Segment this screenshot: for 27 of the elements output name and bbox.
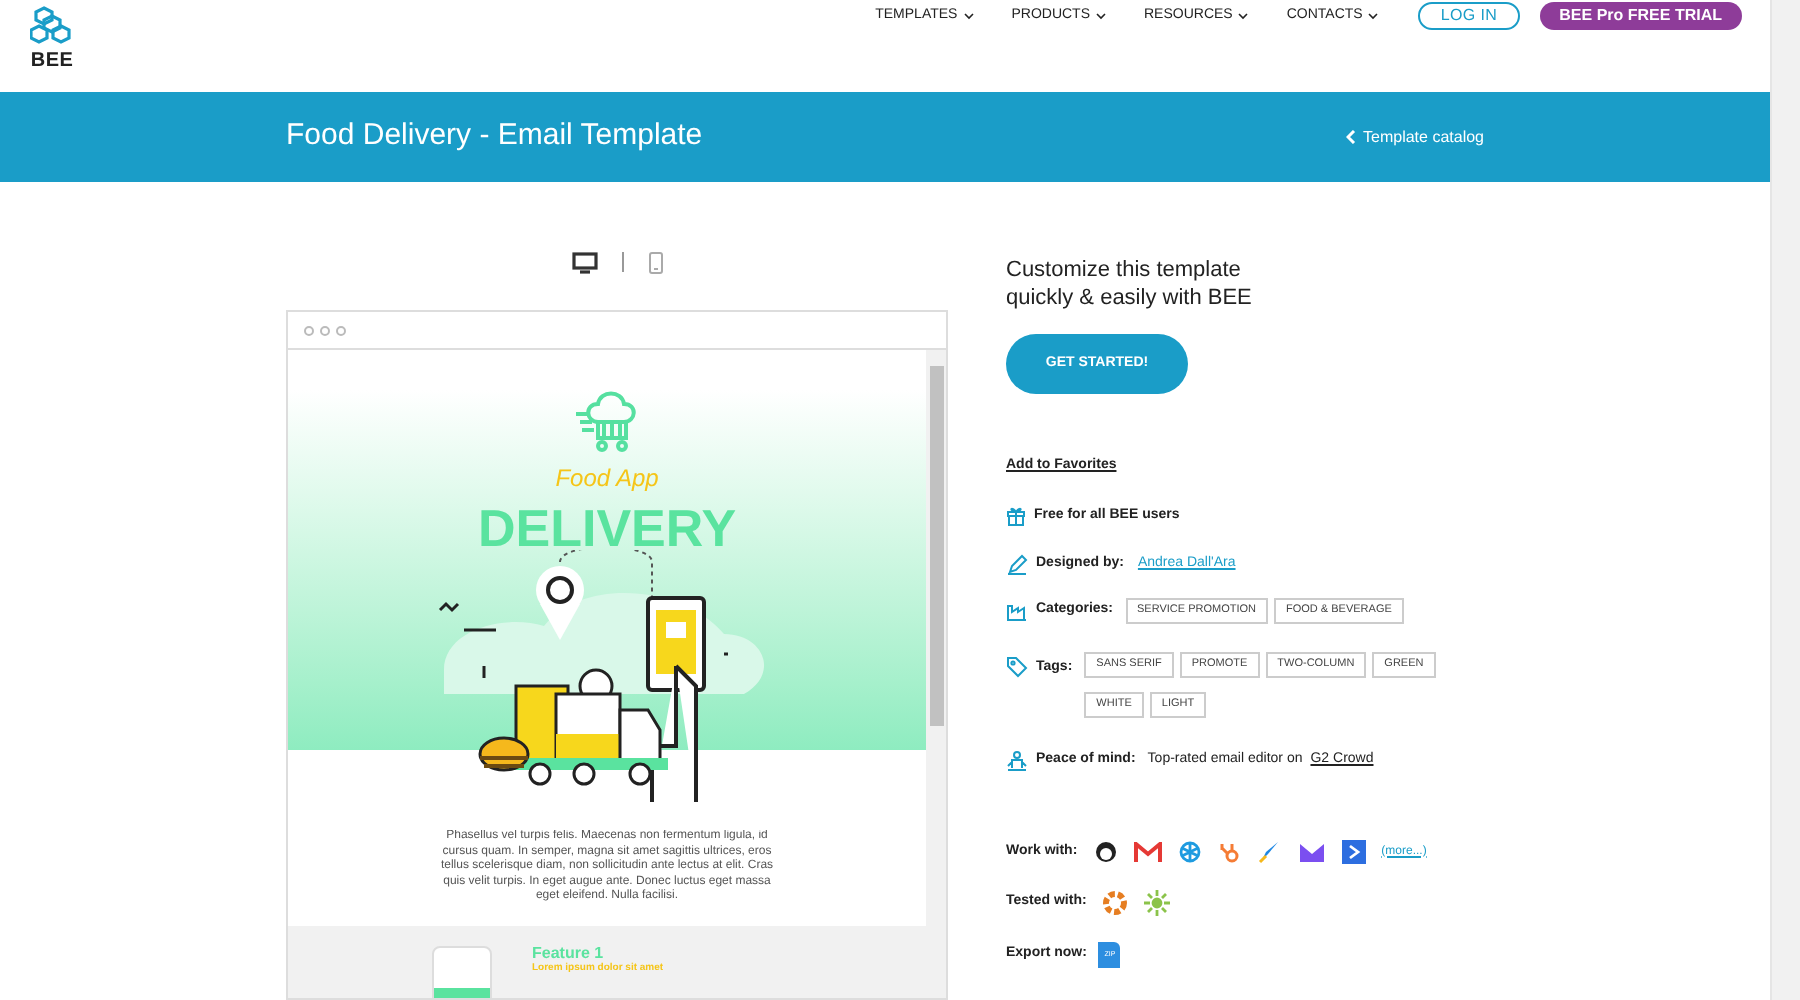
color-wheel-icon[interactable] (1102, 890, 1129, 916)
meditation-icon (1006, 750, 1028, 772)
factory-icon (1006, 600, 1028, 622)
caret-icon (963, 12, 974, 20)
sunburst-icon[interactable] (1144, 890, 1171, 916)
logo-text[interactable]: BEE (30, 52, 74, 72)
caret-icon (1368, 12, 1379, 20)
caret-icon (1096, 12, 1106, 20)
m-envelope-icon[interactable] (1133, 841, 1162, 863)
chevron-left-icon (1345, 130, 1356, 144)
envelope-icon[interactable] (1297, 841, 1326, 863)
gift-icon (1006, 505, 1026, 526)
pencil-icon (1006, 554, 1028, 576)
caret-icon (1238, 12, 1249, 20)
customize-heading: Customize this template quickly & easily with BEE (1006, 256, 1254, 312)
cubes-logo-icon[interactable] (30, 6, 74, 46)
feature-title: Feature 1 (532, 945, 606, 961)
free-trial-button[interactable]: BEE Pro FREE TRIAL (1539, 2, 1742, 30)
email-headline: DELIVERY (477, 496, 737, 561)
scrollbar[interactable] (926, 350, 946, 998)
email-subtitle: Food App (555, 462, 659, 496)
tag-icon (1006, 656, 1028, 678)
chevron-icon[interactable] (1341, 840, 1366, 864)
page-scrollbar[interactable] (1770, 0, 1800, 1000)
page-title: Food Delivery - Email Template (286, 116, 703, 157)
mobile-phone-icon[interactable] (647, 251, 663, 273)
desktop-icon[interactable] (571, 251, 597, 273)
